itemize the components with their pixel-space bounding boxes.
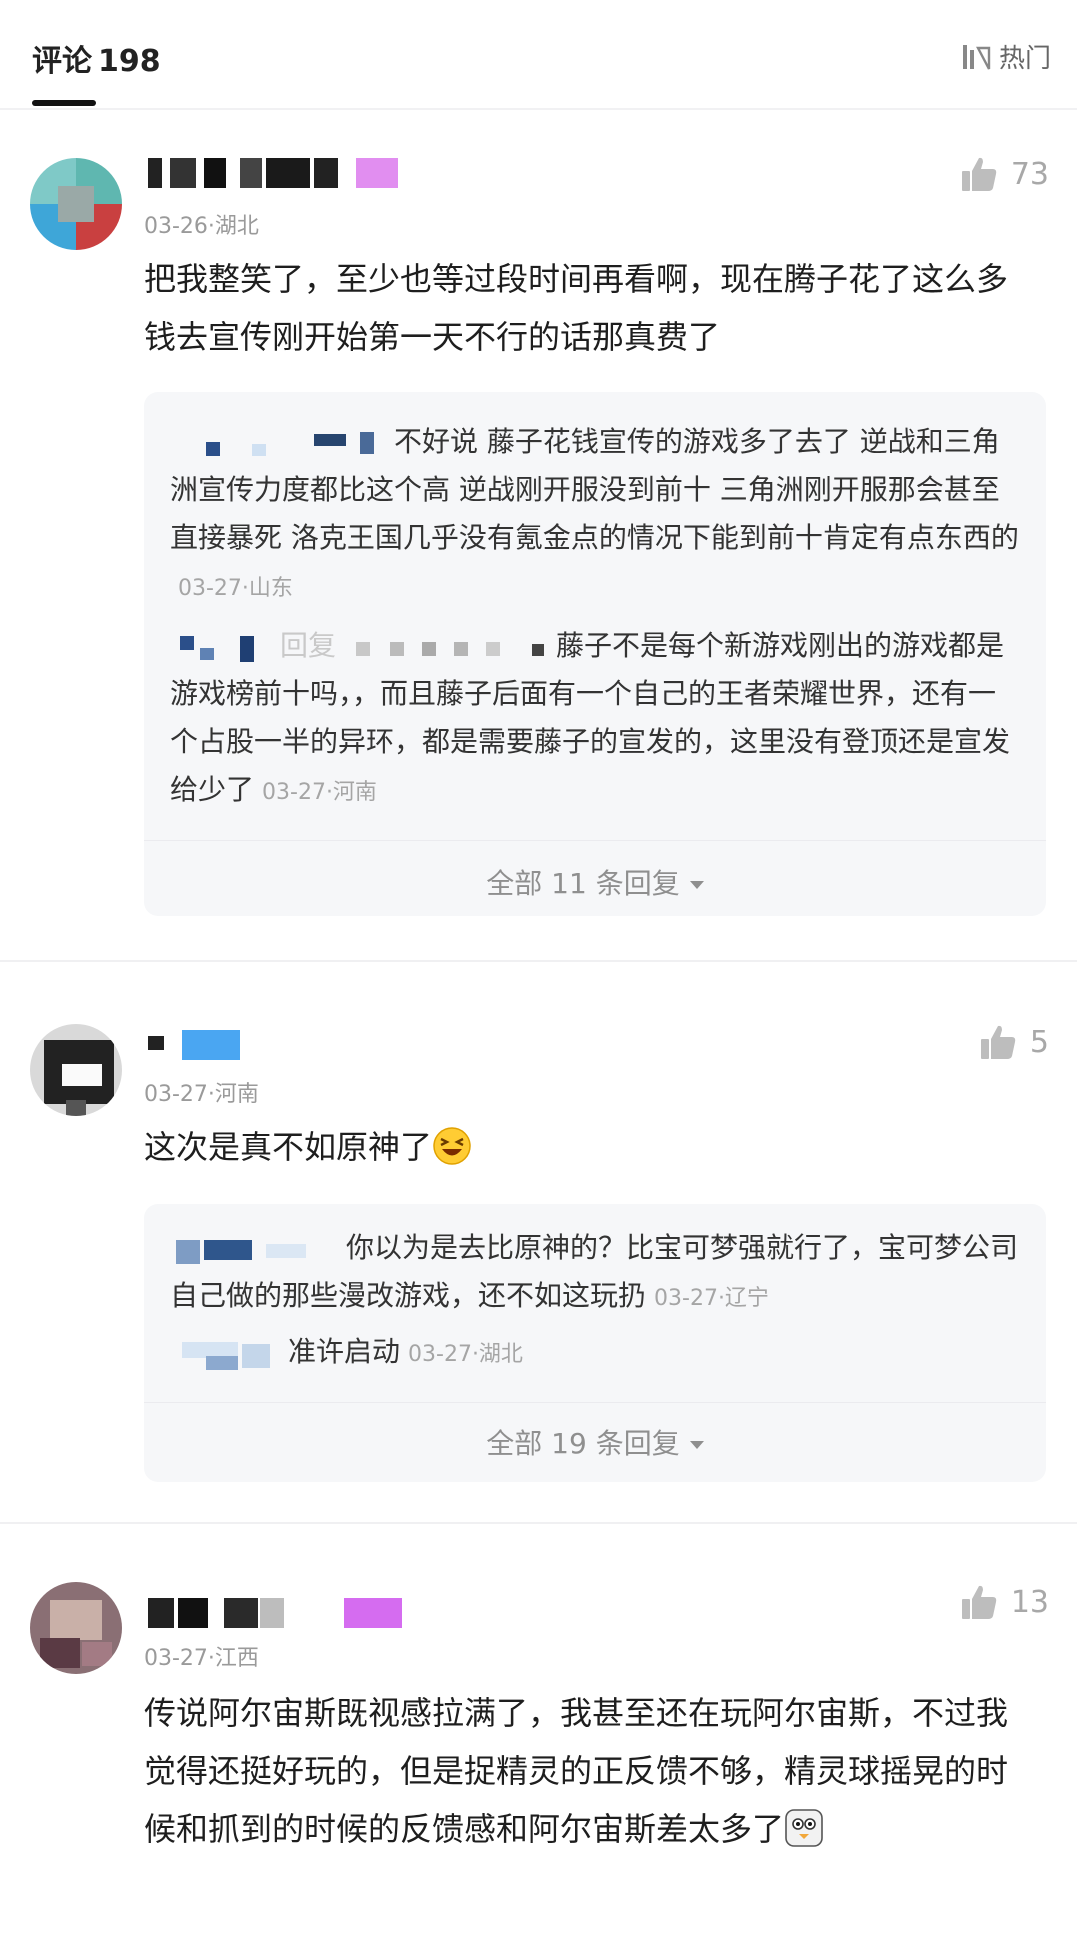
reply-box: 不好说 藤子花钱宣传的游戏多了去了 逆战和三角洲宣传力度都比这个高 逆战刚开服没… bbox=[144, 392, 1046, 916]
like-count: 73 bbox=[1010, 156, 1049, 192]
avatar[interactable] bbox=[30, 1024, 122, 1116]
reply-username-blurred bbox=[170, 632, 280, 662]
username-blurred[interactable] bbox=[148, 1030, 248, 1064]
thumbs-up-icon bbox=[961, 157, 997, 191]
like-button[interactable]: 13 bbox=[959, 1582, 1049, 1622]
reply-item[interactable]: 回复 藤子不是每个新游戏刚出的游戏都是游戏榜前十吗，，而且藤子后面有一个自己的王… bbox=[170, 622, 1022, 817]
comment-text: 把我整笑了，至少也等过段时间再看啊，现在腾子花了这么多钱去宣传刚开始第一天不行的… bbox=[144, 260, 1009, 356]
caret-down-icon bbox=[689, 1441, 704, 1449]
comment-meta: 03-27·河南 bbox=[144, 1082, 259, 1107]
avatar[interactable] bbox=[30, 1582, 122, 1674]
username-blurred[interactable] bbox=[148, 1598, 408, 1632]
like-count: 5 bbox=[1029, 1024, 1049, 1060]
reply-to-username-blurred bbox=[336, 632, 556, 662]
reply-divider bbox=[144, 1402, 1046, 1403]
view-all-replies-label: 全部 11 条回复 bbox=[486, 867, 680, 900]
reply-item[interactable]: 不好说 藤子花钱宣传的游戏多了去了 逆战和三角洲宣传力度都比这个高 逆战刚开服没… bbox=[170, 418, 1022, 613]
comment-text: 传说阿尔宙斯既视感拉满了，我甚至还在玩阿尔宙斯，不过我觉得还挺好玩的，但是捉精灵… bbox=[144, 1684, 1024, 1858]
view-all-replies-label: 全部 19 条回复 bbox=[486, 1427, 680, 1460]
sort-icon bbox=[962, 44, 991, 70]
like-button[interactable]: 5 bbox=[978, 1022, 1049, 1062]
comments-header: 评论 198 热门 bbox=[0, 0, 1077, 110]
reply-username-blurred bbox=[170, 1338, 288, 1370]
caret-down-icon bbox=[689, 881, 704, 889]
reply-username-blurred bbox=[170, 1234, 346, 1264]
reply-divider bbox=[144, 840, 1046, 841]
like-count: 13 bbox=[1010, 1584, 1049, 1620]
sort-button[interactable]: 热门 bbox=[959, 38, 1051, 75]
view-all-replies-button[interactable]: 全部 19 条回复 bbox=[144, 1422, 1046, 1462]
reply-item[interactable]: 准许启动 03-27·湖北 bbox=[170, 1328, 1022, 1379]
laughing-emoji bbox=[433, 1127, 471, 1165]
reply-box: 你以为是去比原神的？比宝可梦强就行了，宝可梦公司自己做的那些漫改游戏，还不如这玩… bbox=[144, 1204, 1046, 1482]
comment-text-content: 这次是真不如原神了 bbox=[144, 1128, 433, 1166]
like-button[interactable]: 73 bbox=[959, 154, 1049, 194]
comment-meta: 03-27·江西 bbox=[144, 1646, 259, 1671]
comment-text-content: 传说阿尔宙斯既视感拉满了，我甚至还在玩阿尔宙斯，不过我觉得还挺好玩的，但是捉精灵… bbox=[144, 1694, 1009, 1848]
comments-count: 198 bbox=[98, 44, 161, 79]
tab-indicator bbox=[32, 100, 96, 106]
reply-time: 03-27·湖北 bbox=[408, 1342, 523, 1367]
comment-separator bbox=[0, 1522, 1077, 1524]
reply-time: 03-27·河南 bbox=[262, 780, 377, 805]
view-all-replies-button[interactable]: 全部 11 条回复 bbox=[144, 862, 1046, 902]
username-blurred[interactable] bbox=[148, 158, 398, 192]
comments-tab[interactable]: 评论 198 bbox=[32, 36, 161, 80]
reply-time: 03-27·辽宁 bbox=[654, 1286, 769, 1311]
comment-separator bbox=[0, 960, 1077, 962]
comment-text: 这次是真不如原神了 bbox=[144, 1118, 1024, 1176]
reply-time: 03-27·山东 bbox=[178, 576, 293, 601]
reply-text: 准许启动 bbox=[288, 1335, 401, 1368]
reply-prefix: 回复 bbox=[280, 629, 337, 662]
sort-label: 热门 bbox=[998, 44, 1051, 74]
reply-username-blurred bbox=[170, 428, 394, 458]
reply-item[interactable]: 你以为是去比原神的？比宝可梦强就行了，宝可梦公司自己做的那些漫改游戏，还不如这玩… bbox=[170, 1224, 1022, 1323]
thumbs-up-icon bbox=[961, 1585, 997, 1619]
avatar[interactable] bbox=[30, 158, 122, 250]
thumbs-up-icon bbox=[980, 1025, 1016, 1059]
penguin-emoji bbox=[785, 1809, 823, 1847]
comments-tab-label: 评论 bbox=[32, 44, 92, 79]
comment-meta: 03-26·湖北 bbox=[144, 214, 259, 239]
